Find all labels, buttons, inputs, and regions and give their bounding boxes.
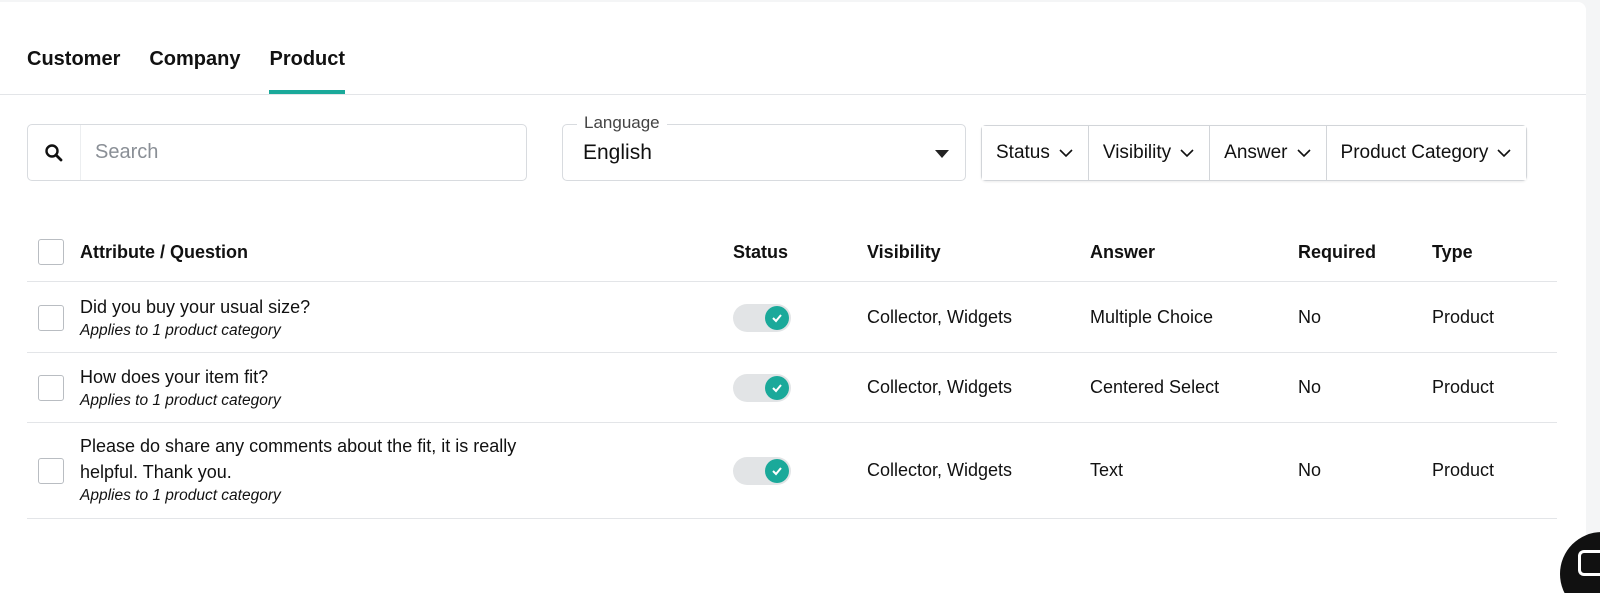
row-checkbox[interactable]: [38, 458, 64, 484]
main-card: Customer Company Product Language Englis…: [0, 2, 1586, 593]
check-icon: [765, 306, 789, 330]
header-status: Status: [733, 242, 789, 262]
status-toggle[interactable]: [733, 457, 791, 485]
status-toggle[interactable]: [733, 374, 791, 402]
chevron-down-icon: [1180, 149, 1194, 158]
product-category-filter-button[interactable]: Product Category: [1326, 126, 1527, 180]
search-input[interactable]: [81, 125, 526, 180]
question-cell: Please do share any comments about the f…: [80, 433, 550, 505]
answer-cell: Centered Select: [1090, 377, 1220, 397]
header-type: Type: [1432, 242, 1473, 262]
required-cell: No: [1298, 377, 1322, 397]
table-header: Attribute / Question Status Visibility A…: [27, 224, 1557, 282]
question-subtitle: Applies to 1 product category: [80, 487, 281, 504]
product-category-filter-label: Product Category: [1340, 142, 1489, 163]
status-filter-button[interactable]: Status: [982, 126, 1089, 180]
table-row[interactable]: Please do share any comments about the f…: [27, 423, 1557, 519]
chat-icon: [1578, 550, 1600, 576]
question-title: Did you buy your usual size?: [80, 297, 311, 317]
type-cell: Product: [1432, 377, 1495, 397]
question-cell: Did you buy your usual size? Applies to …: [80, 294, 550, 340]
visibility-filter-label: Visibility: [1102, 142, 1172, 163]
chevron-down-icon: [1059, 149, 1073, 158]
answer-filter-label: Answer: [1224, 142, 1288, 163]
required-cell: No: [1298, 460, 1322, 480]
header-attribute: Attribute / Question: [80, 242, 248, 262]
chevron-down-icon: [1296, 149, 1311, 158]
question-subtitle: Applies to 1 product category: [80, 392, 281, 409]
tab-customer[interactable]: Customer: [27, 2, 120, 94]
required-cell: No: [1298, 307, 1322, 327]
answer-cell: Text: [1090, 460, 1124, 480]
table-row[interactable]: Did you buy your usual size? Applies to …: [27, 283, 1557, 353]
question-title: Please do share any comments about the f…: [80, 436, 517, 482]
caret-down-icon: [935, 150, 949, 158]
check-icon: [765, 459, 789, 483]
language-select[interactable]: Language English: [562, 113, 966, 181]
tabs-divider: [0, 94, 1586, 95]
search-icon[interactable]: [28, 125, 81, 180]
status-toggle[interactable]: [733, 304, 791, 332]
header-required: Required: [1298, 242, 1377, 262]
header-visibility: Visibility: [867, 242, 941, 262]
status-filter-label: Status: [996, 142, 1050, 163]
language-label: Language: [577, 113, 667, 133]
tab-product[interactable]: Product: [269, 2, 345, 94]
visibility-cell: Collector, Widgets: [867, 460, 1013, 480]
visibility-filter-button[interactable]: Visibility: [1088, 126, 1211, 180]
answer-cell: Multiple Choice: [1090, 307, 1214, 327]
select-all-checkbox[interactable]: [38, 239, 64, 265]
answer-filter-button[interactable]: Answer: [1210, 126, 1327, 180]
type-cell: Product: [1432, 460, 1495, 480]
visibility-cell: Collector, Widgets: [867, 307, 1013, 327]
tab-company[interactable]: Company: [149, 2, 240, 94]
question-subtitle: Applies to 1 product category: [80, 322, 281, 339]
visibility-cell: Collector, Widgets: [867, 377, 1013, 397]
chevron-down-icon: [1497, 149, 1511, 158]
search-box: [27, 124, 527, 181]
row-checkbox[interactable]: [38, 305, 64, 331]
language-value: English: [583, 141, 652, 164]
filter-group: Status Visibility Answer Product Categor…: [981, 125, 1528, 181]
question-title: How does your item fit?: [80, 367, 269, 387]
row-checkbox[interactable]: [38, 375, 64, 401]
check-icon: [765, 376, 789, 400]
question-cell: How does your item fit? Applies to 1 pro…: [80, 364, 550, 410]
type-cell: Product: [1432, 307, 1495, 327]
table-row[interactable]: How does your item fit? Applies to 1 pro…: [27, 353, 1557, 423]
header-answer: Answer: [1090, 242, 1156, 262]
tab-bar: Customer Company Product: [27, 2, 345, 96]
